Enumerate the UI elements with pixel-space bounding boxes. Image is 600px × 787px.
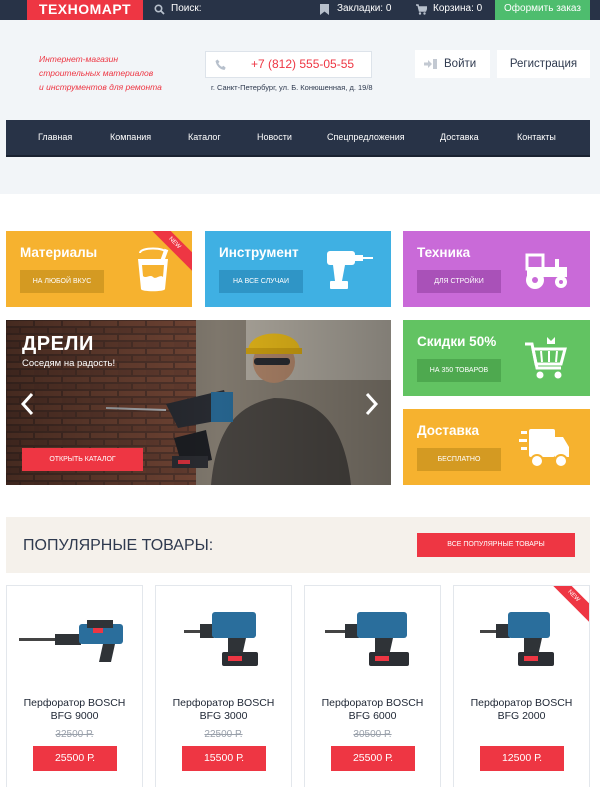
search-label: Поиск: [171,3,202,14]
product-image [19,620,123,662]
slider-next-icon[interactable] [363,392,379,416]
product-image [480,612,554,666]
product-card[interactable]: NEW Перфоратор BOSCH BFG 2000 12500 Р. [453,585,590,787]
tile-button[interactable]: ДЛЯ СТРОЙКИ [417,270,501,293]
tile-button[interactable]: НА ВСЕ СЛУЧАИ [219,270,303,293]
phone-number: +7 (812) 555-05-55 [251,57,355,71]
product-card[interactable]: Перфоратор BOSCH BFG 9000 32500 Р. 25500 … [6,585,143,787]
register-button[interactable]: Регистрация [497,50,590,78]
phone-icon [215,59,226,70]
tile-button[interactable]: НА 350 ТОВАРОВ [417,359,501,382]
nav-item-delivery[interactable]: Доставка [440,120,479,155]
tile-button[interactable]: НА ЛЮБОЙ ВКУС [20,270,104,293]
tile-title: Материалы [20,245,98,260]
truck-icon [519,429,569,468]
login-icon [424,59,437,69]
product-card[interactable]: Перфоратор BOSCH BFG 6000 30500 Р. 25500 … [304,585,441,787]
tile-title: Доставка [417,423,480,438]
product-name: Перфоратор BOSCH BFG 2000 [470,697,573,722]
nav-item-home[interactable]: Главная [38,120,72,155]
cart-icon [416,4,427,15]
nav-item-catalog[interactable]: Каталог [188,120,221,155]
login-label: Войти [444,58,477,70]
bookmarks-link[interactable]: Закладки: 0 [320,0,400,20]
tile-title: Инструмент [219,245,299,260]
all-popular-button[interactable]: ВСЕ ПОПУЛЯРНЫЕ ТОВАРЫ [417,533,575,557]
tile-machinery[interactable]: Техника ДЛЯ СТРОЙКИ [403,231,590,307]
popular-title: ПОПУЛЯРНЫЕ ТОВАРЫ: [23,537,214,554]
login-button[interactable]: Войти [415,50,490,78]
top-bar: ТЕХНОМАРТ Поиск: Закладки: 0 Корзина: 0 … [0,0,600,23]
tile-discounts[interactable]: Скидки 50% НА 350 ТОВАРОВ [403,320,590,396]
open-catalog-button[interactable]: ОТКРЫТЬ КАТАЛОГ [22,448,143,471]
nav-item-contacts[interactable]: Контакты [517,120,556,155]
tile-title: Техника [417,245,471,260]
slider-prev-icon[interactable] [20,392,36,416]
product-old-price: 30500 Р. [353,729,392,740]
tractor-icon [525,253,567,289]
tile-tools[interactable]: Инструмент НА ВСЕ СЛУЧАИ [205,231,391,307]
product-image [184,612,258,666]
product-name: Перфоратор BOSCH BFG 6000 [321,697,424,722]
nav-item-news[interactable]: Новости [257,120,292,155]
product-price-button[interactable]: 25500 Р. [331,746,415,771]
cart-icon [525,337,567,379]
tile-delivery[interactable]: Доставка БЕСПЛАТНО [403,409,590,485]
phone-box[interactable]: +7 (812) 555-05-55 [205,51,372,78]
drill-icon [327,251,373,289]
tagline-line: Интернет-магазин [39,54,119,64]
product-old-price: 22500 Р. [204,729,243,740]
cart-link[interactable]: Корзина: 0 [416,0,492,20]
search-icon [154,4,165,15]
cart-label: Корзина: 0 [433,3,483,14]
promo-slider[interactable]: ДРЕЛИ Соседям на радость! ОТКРЫТЬ КАТАЛО… [6,320,391,485]
tagline-line: и инструментов для ремонта [39,82,162,92]
product-old-price: 32500 Р. [55,729,94,740]
popular-section-header: ПОПУЛЯРНЫЕ ТОВАРЫ: ВСЕ ПОПУЛЯРНЫЕ ТОВАРЫ [6,517,590,573]
header: Интернет-магазин строительных материалов… [0,20,600,194]
tagline-line: строительных материалов [39,68,154,78]
nav-item-company[interactable]: Компания [110,120,151,155]
tile-title: Скидки 50% [417,334,497,349]
product-price-button[interactable]: 12500 Р. [480,746,564,771]
main-nav: Главная Компания Каталог Новости Спецпре… [6,120,590,157]
tile-materials[interactable]: Материалы НА ЛЮБОЙ ВКУС NEW [6,231,192,307]
bookmarks-label: Закладки: 0 [337,3,392,14]
product-name: Перфоратор BOSCH BFG 3000 [172,697,275,722]
bookmark-icon [320,4,329,15]
address: г. Санкт-Петербург, ул. Б. Конюшенная, д… [211,83,373,92]
slider-subtitle: Соседям на радость! [22,358,116,369]
product-price-button[interactable]: 15500 Р. [182,746,266,771]
paint-bucket-icon [138,247,169,292]
product-image [325,612,409,666]
checkout-button[interactable]: Оформить заказ [495,0,590,20]
product-card[interactable]: Перфоратор BOSCH BFG 3000 22500 Р. 15500 … [155,585,292,787]
search-field[interactable]: Поиск: [154,0,294,20]
slider-title: ДРЕЛИ [22,333,94,355]
tagline: Интернет-магазин строительных материалов… [39,52,189,94]
product-name: Перфоратор BOSCH BFG 9000 [23,697,126,722]
nav-item-offers[interactable]: Спецпредложения [327,120,405,155]
tile-button[interactable]: БЕСПЛАТНО [417,448,501,471]
product-price-button[interactable]: 25500 Р. [33,746,117,771]
